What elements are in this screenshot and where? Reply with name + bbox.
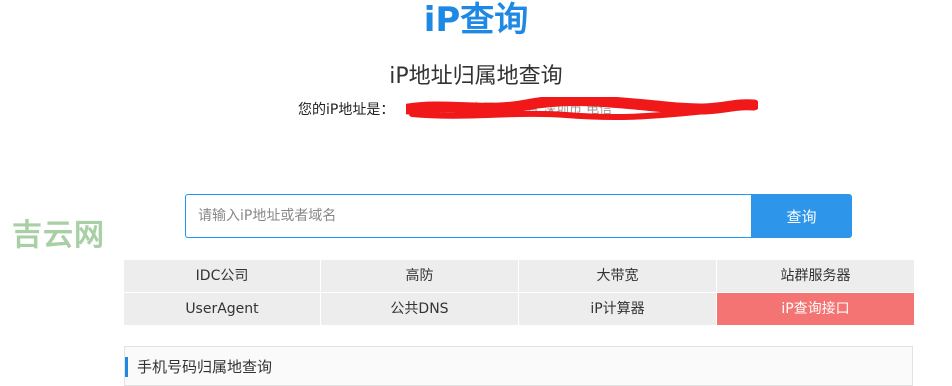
link-idc-company[interactable]: IDC公司: [124, 260, 320, 292]
ip-label: 您的iP地址是：: [298, 102, 395, 118]
page-title: iP地址归属地查询: [389, 64, 563, 89]
redaction-scribble-icon: [406, 97, 758, 121]
link-site-group-server[interactable]: 站群服务器: [717, 260, 914, 292]
search-input[interactable]: [185, 194, 751, 238]
watermark-logo: 吉云网: [12, 218, 105, 253]
section-accent-bar: [125, 357, 128, 377]
ip-address-line: 您的iP地址是： [1.1.1.1] 中国 广东省 深圳市 电信: [298, 97, 768, 121]
search-bar: 查询: [185, 194, 852, 238]
link-high-defense[interactable]: 高防: [321, 260, 518, 292]
section-title: 手机号码归属地查询: [137, 358, 273, 376]
link-ip-query-api[interactable]: iP查询接口: [717, 293, 914, 325]
link-useragent[interactable]: UserAgent: [124, 293, 320, 325]
link-public-dns[interactable]: 公共DNS: [321, 293, 518, 325]
search-button[interactable]: 查询: [751, 194, 852, 238]
link-ip-calculator[interactable]: iP计算器: [519, 293, 716, 325]
phone-lookup-section: 手机号码归属地查询: [124, 346, 913, 386]
site-logo[interactable]: iP查询: [0, 0, 952, 40]
link-high-bandwidth[interactable]: 大带宽: [519, 260, 716, 292]
quick-links-grid: IDC公司 高防 大带宽 站群服务器 UserAgent 公共DNS iP计算器…: [124, 260, 914, 325]
